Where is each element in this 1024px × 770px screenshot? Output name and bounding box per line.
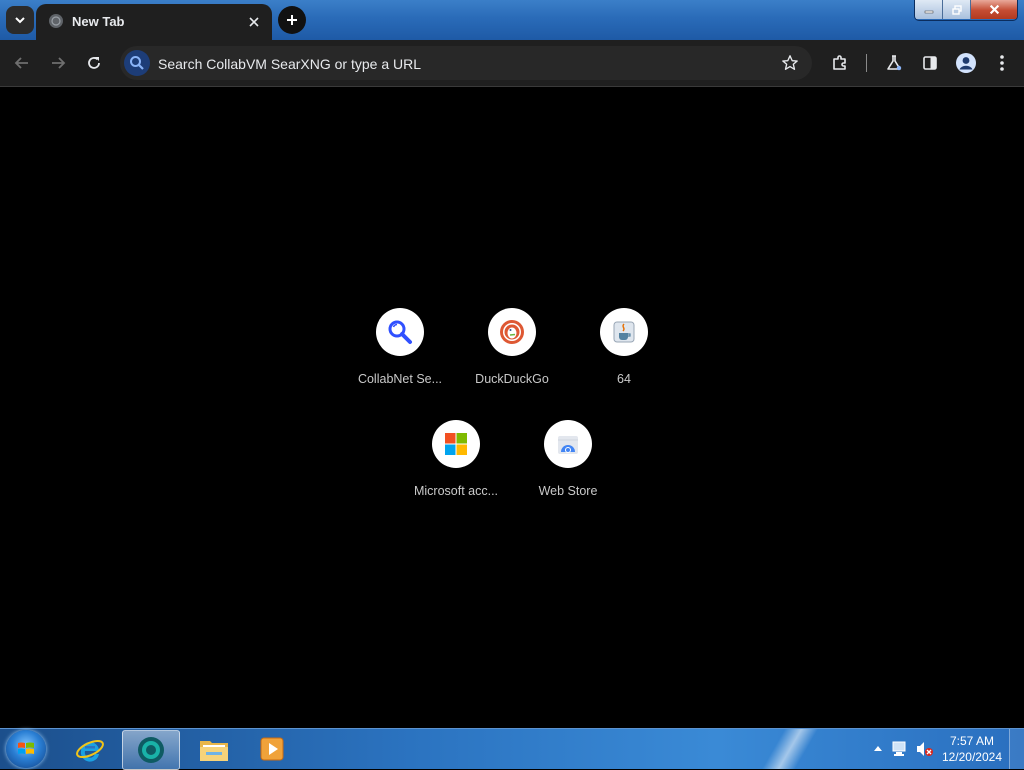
profile-button[interactable] — [951, 48, 981, 78]
address-input[interactable] — [156, 46, 760, 82]
shortcut-tile[interactable]: CollabNet Se... — [344, 300, 456, 404]
puzzle-icon — [833, 55, 846, 70]
media-player-icon — [260, 737, 284, 761]
side-panel-button[interactable] — [915, 48, 945, 78]
browser-toolbar — [0, 40, 1024, 87]
duckduckgo-icon — [488, 308, 536, 356]
reload-button[interactable] — [79, 48, 109, 78]
omnibox[interactable] — [120, 46, 812, 82]
reload-icon — [88, 57, 100, 69]
tab-search-button[interactable] — [6, 6, 34, 34]
clock[interactable]: 7:57 AM 12/20/2024 — [942, 733, 1002, 765]
avatar-icon — [956, 53, 976, 73]
forward-button[interactable] — [43, 48, 73, 78]
volume-muted-icon[interactable] — [916, 741, 934, 757]
taskbar-media-player[interactable] — [244, 730, 300, 768]
shortcut-label: 64 — [617, 372, 631, 386]
globe-icon — [49, 14, 63, 28]
clock-date: 12/20/2024 — [941, 750, 1002, 764]
chrome-web-store-icon — [544, 420, 592, 468]
taskbar-file-explorer[interactable] — [186, 730, 242, 768]
internet-explorer-icon — [76, 739, 104, 762]
tray-expand-icon[interactable] — [874, 745, 882, 751]
close-icon — [989, 4, 999, 15]
shortcut-label: Microsoft acc... — [413, 484, 499, 498]
arrow-right-icon — [52, 57, 66, 69]
menu-button[interactable] — [987, 48, 1017, 78]
shortcut-tile[interactable]: DuckDuckGo — [456, 300, 568, 404]
shortcut-tile[interactable]: Microsoft acc... — [400, 412, 512, 516]
kebab-menu-icon — [1000, 55, 1004, 71]
flask-icon — [887, 55, 902, 71]
tab-new-tab[interactable]: New Tab — [36, 4, 272, 40]
clock-time: 7:57 AM — [949, 734, 994, 748]
shortcut-label: DuckDuckGo — [475, 372, 549, 386]
back-button[interactable] — [7, 48, 37, 78]
file-explorer-icon — [200, 741, 228, 761]
labs-button[interactable] — [879, 48, 909, 78]
star-icon — [782, 55, 798, 70]
toolbar-divider — [866, 54, 867, 72]
arrow-left-icon — [14, 57, 28, 69]
new-tab-button[interactable] — [278, 6, 306, 34]
taskbar-internet-explorer[interactable] — [62, 730, 118, 768]
tab-title: New Tab — [72, 14, 125, 29]
searxng-icon — [376, 308, 424, 356]
shortcut-label: Web Store — [538, 484, 598, 498]
plus-icon — [287, 15, 297, 25]
extensions-button[interactable] — [825, 48, 855, 78]
network-icon[interactable] — [892, 741, 910, 757]
restore-button[interactable] — [942, 0, 970, 19]
java-icon — [600, 308, 648, 356]
shortcut-tile[interactable]: 64 — [568, 300, 680, 404]
windows-logo-icon — [18, 742, 34, 754]
system-tray: 7:57 AM 12/20/2024 — [864, 729, 1024, 769]
title-bar: New Tab — [0, 0, 1024, 40]
shortcut-label: CollabNet Se... — [357, 372, 443, 386]
chevron-down-icon — [15, 17, 25, 24]
side-panel-icon — [923, 56, 937, 70]
minimize-icon — [924, 10, 933, 13]
taskbar: 7:57 AM 12/20/2024 — [0, 728, 1024, 770]
restore-icon — [951, 4, 962, 15]
start-button[interactable] — [6, 730, 46, 768]
window-controls — [914, 0, 1018, 21]
bookmark-star-button[interactable] — [780, 53, 800, 73]
taskbar-chrome[interactable] — [122, 730, 180, 770]
close-icon — [249, 17, 259, 27]
tab-close-button[interactable] — [244, 12, 264, 32]
close-window-button[interactable] — [970, 0, 1017, 19]
minimize-button[interactable] — [915, 0, 942, 19]
show-desktop-button[interactable] — [1009, 729, 1024, 769]
shortcut-tile[interactable]: Web Store — [512, 412, 624, 516]
search-icon — [124, 50, 150, 76]
microsoft-icon — [432, 420, 480, 468]
chrome-icon — [138, 737, 164, 763]
